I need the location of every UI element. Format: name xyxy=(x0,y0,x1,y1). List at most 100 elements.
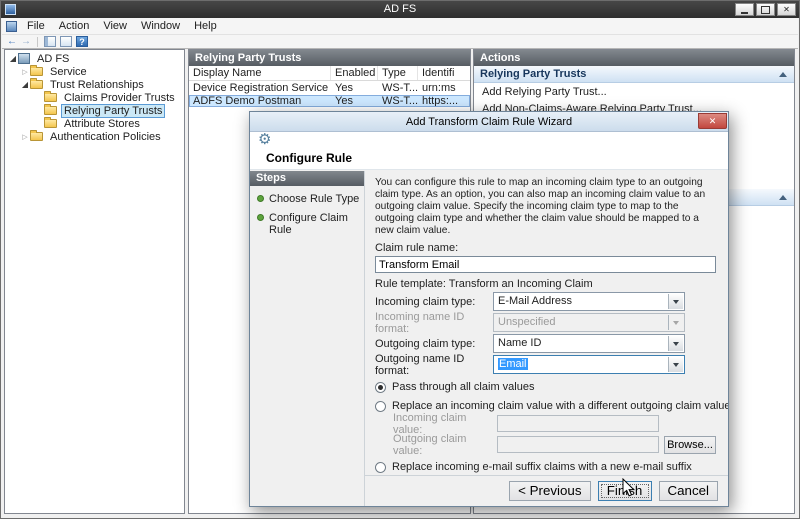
folder-icon xyxy=(30,78,43,89)
column-display-name[interactable]: Display Name xyxy=(189,66,331,80)
actions-pane-header: Actions xyxy=(474,50,794,66)
column-enabled[interactable]: Enabled xyxy=(331,66,378,80)
wizard-description: You can configure this rule to map an in… xyxy=(375,177,706,236)
maximize-button[interactable] xyxy=(756,3,775,16)
cell-enabled: Yes xyxy=(335,82,353,94)
dialog-header: ⚙ Configure Rule xyxy=(250,132,728,170)
actions-group-title: Relying Party Trusts xyxy=(480,68,587,80)
show-console-tree-icon[interactable] xyxy=(44,36,56,47)
window-title: AD FS xyxy=(383,3,417,15)
back-arrow-icon[interactable]: ← xyxy=(7,36,17,48)
incoming-claim-type-label: Incoming claim type: xyxy=(375,295,476,308)
expander-expanded-icon[interactable]: ◢ xyxy=(20,80,30,89)
radio-replace-claim-value-label: Replace an incoming claim value with a d… xyxy=(392,400,728,412)
tree-item-service[interactable]: ▷ Service xyxy=(5,65,184,78)
tree-item-trust-relationships[interactable]: ◢ Trust Relationships xyxy=(5,78,184,91)
incoming-name-id-format-label: Incoming name ID format: xyxy=(375,310,465,335)
table-row[interactable]: Device Registration Service Yes WS-T... … xyxy=(189,82,470,94)
tree-item-adfs-root[interactable]: ◢ AD FS xyxy=(5,52,184,65)
steps-header: Steps xyxy=(250,171,364,186)
tree-item-authentication-policies[interactable]: ▷ Authentication Policies xyxy=(5,130,184,143)
outgoing-name-id-format-select[interactable]: Email xyxy=(493,355,685,374)
chevron-down-icon[interactable] xyxy=(668,336,683,351)
outgoing-claim-value-input xyxy=(497,436,659,453)
previous-button[interactable]: < Previous xyxy=(509,481,591,501)
tree-item-label: Trust Relationships xyxy=(50,78,144,91)
console-tree: ◢ AD FS ▷ Service ◢ Trust Relationships … xyxy=(4,49,185,514)
menu-file[interactable]: File xyxy=(20,18,52,34)
tree-item-attribute-stores[interactable]: Attribute Stores xyxy=(5,117,184,130)
radio-replace-email-suffix[interactable] xyxy=(375,461,386,473)
column-identifier[interactable]: Identifi xyxy=(418,66,470,80)
chevron-down-icon xyxy=(668,315,683,330)
export-list-icon[interactable] xyxy=(60,36,72,47)
folder-icon xyxy=(44,117,57,128)
tree-item-claims-provider-trusts[interactable]: Claims Provider Trusts xyxy=(5,91,184,104)
incoming-claim-type-select[interactable]: E-Mail Address xyxy=(493,292,685,311)
folder-icon xyxy=(30,130,43,141)
help-icon[interactable]: ? xyxy=(76,36,88,47)
cell-type: WS-T... xyxy=(382,82,418,94)
wizard-button-bar: < Previous Finish Cancel xyxy=(365,475,728,506)
cell-identifier: urn:ms xyxy=(422,82,456,94)
steps-panel: Steps Choose Rule Type Configure Claim R… xyxy=(250,171,365,506)
collapse-chevron-icon[interactable] xyxy=(779,72,787,77)
wizard-page-heading: Configure Rule xyxy=(266,151,352,165)
expander-collapsed-icon[interactable]: ▷ xyxy=(20,133,30,141)
column-type[interactable]: Type xyxy=(378,66,418,80)
collapse-chevron-icon[interactable] xyxy=(779,195,787,200)
radio-replace-email-suffix-label: Replace incoming e-mail suffix claims wi… xyxy=(392,461,692,473)
expander-collapsed-icon[interactable]: ▷ xyxy=(20,68,30,76)
toolbar: ← → ? xyxy=(2,35,798,49)
adfs-console-icon xyxy=(18,53,30,64)
radio-pass-through[interactable] xyxy=(375,381,386,393)
radio-pass-through-label: Pass through all claim values xyxy=(392,381,535,393)
forward-arrow-icon[interactable]: → xyxy=(21,36,31,48)
menu-view[interactable]: View xyxy=(96,18,134,34)
wizard-content: You can configure this rule to map an in… xyxy=(365,171,728,475)
expander-expanded-icon[interactable]: ◢ xyxy=(8,54,18,63)
claim-rule-name-input[interactable] xyxy=(375,256,716,273)
step-label: Choose Rule Type xyxy=(269,193,360,205)
folder-icon xyxy=(44,91,57,102)
dialog-title: Add Transform Claim Rule Wizard xyxy=(405,116,573,128)
cancel-button[interactable]: Cancel xyxy=(658,481,718,501)
step-bullet-icon xyxy=(257,195,264,202)
window-titlebar[interactable]: AD FS ✕ xyxy=(1,1,799,18)
menu-action[interactable]: Action xyxy=(52,18,97,34)
menu-window[interactable]: Window xyxy=(134,18,187,34)
incoming-name-id-format-select: Unspecified xyxy=(493,313,685,332)
selected-value: Unspecified xyxy=(498,316,556,328)
actions-group-header[interactable]: Relying Party Trusts xyxy=(474,66,794,83)
menu-help[interactable]: Help xyxy=(187,18,224,34)
incoming-claim-value-input xyxy=(497,415,659,432)
selected-value-highlighted: Email xyxy=(498,358,528,370)
chevron-down-icon[interactable] xyxy=(668,294,683,309)
outgoing-claim-type-select[interactable]: Name ID xyxy=(493,334,685,353)
step-configure-claim-rule[interactable]: Configure Claim Rule xyxy=(250,205,364,236)
dialog-titlebar[interactable]: Add Transform Claim Rule Wizard ✕ xyxy=(250,112,728,132)
selected-value: E-Mail Address xyxy=(498,295,572,307)
tree-item-label: Claims Provider Trusts xyxy=(64,91,175,104)
table-row-selected[interactable]: ADFS Demo Postman Yes WS-T... https:... xyxy=(189,95,470,107)
wizard-gear-icon: ⚙ xyxy=(258,131,272,148)
close-button[interactable]: ✕ xyxy=(777,3,796,16)
selected-value: Name ID xyxy=(498,337,542,349)
mouse-cursor xyxy=(622,478,636,497)
action-add-relying-party-trust[interactable]: Add Relying Party Trust... xyxy=(474,83,794,100)
add-transform-claim-rule-wizard: Add Transform Claim Rule Wizard ✕ ⚙ Conf… xyxy=(249,111,729,507)
dialog-close-button[interactable]: ✕ xyxy=(698,113,727,129)
results-pane-header: Relying Party Trusts xyxy=(189,50,470,66)
browse-button[interactable]: Browse... xyxy=(664,435,716,454)
minimize-button[interactable] xyxy=(735,3,754,16)
chevron-down-icon[interactable] xyxy=(668,357,683,372)
step-choose-rule-type[interactable]: Choose Rule Type xyxy=(250,186,364,205)
menu-bar: File Action View Window Help xyxy=(2,18,798,35)
radio-replace-claim-value[interactable] xyxy=(375,400,386,412)
tree-item-relying-party-trusts[interactable]: Relying Party Trusts xyxy=(5,103,184,118)
tree-item-label: Service xyxy=(50,65,87,78)
adfs-management-window: AD FS ✕ File Action View Window Help ← →… xyxy=(0,0,800,519)
toolbar-separator xyxy=(37,36,38,47)
step-label: Configure Claim Rule xyxy=(269,212,348,236)
cell-display-name: ADFS Demo Postman xyxy=(193,95,302,107)
